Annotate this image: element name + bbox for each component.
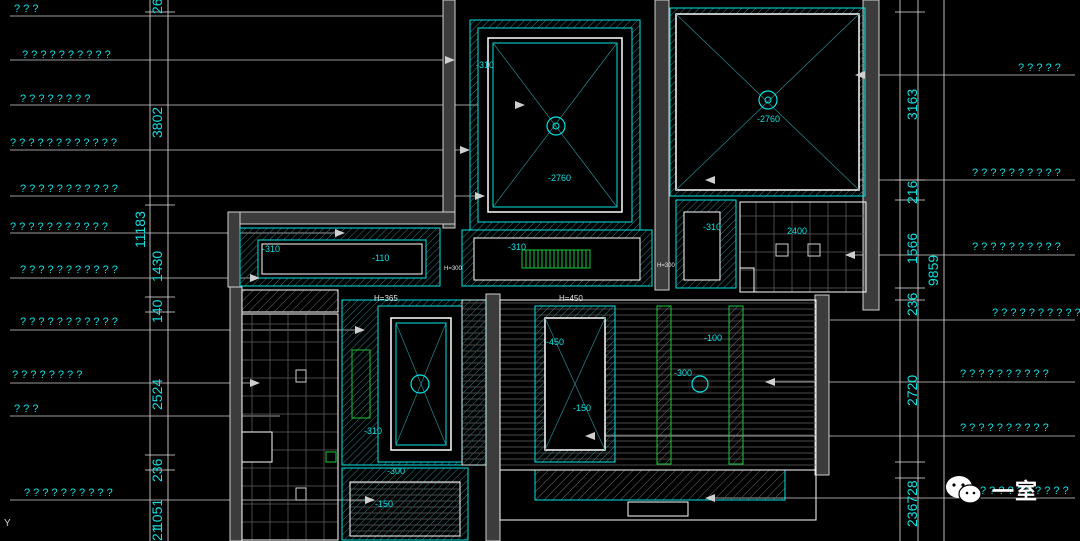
dimension-label: 1566 bbox=[904, 233, 920, 264]
room-ceiling-a bbox=[469, 19, 641, 231]
wechat-icon bbox=[946, 476, 982, 504]
level-label: -2760 bbox=[548, 173, 571, 183]
dimension-label: 21 bbox=[149, 525, 165, 541]
watermark-text: 一室 bbox=[992, 480, 1039, 505]
level-label: -300 bbox=[387, 466, 405, 476]
level-label: -450 bbox=[546, 337, 564, 347]
callout-label: ? ? ? ? ? bbox=[1018, 62, 1061, 74]
level-label: -310 bbox=[703, 222, 721, 232]
dimension-label: 3163 bbox=[904, 89, 920, 120]
room-ceiling-b bbox=[669, 7, 866, 197]
callout-label: ? ? ? bbox=[14, 403, 38, 415]
room-ceiling-c bbox=[341, 299, 487, 466]
dimension-label: 2720 bbox=[904, 375, 920, 406]
right-dimension-texts: 3163 216 1566 9859 236 2720 236728 bbox=[904, 89, 941, 527]
callout-label: ? ? ? ? ? ? ? ? bbox=[20, 93, 90, 105]
height-label: H=450 bbox=[559, 294, 583, 303]
left-dimension-texts: 26 3802 11183 1430 140 2524 236 1051 21 bbox=[132, 0, 165, 541]
kitchen-tile-ceiling bbox=[739, 201, 867, 293]
room-ceiling-e bbox=[499, 299, 817, 521]
level-label: -150 bbox=[573, 403, 591, 413]
callout-label: ? ? ? ? ? ? ? ? ? ? bbox=[24, 487, 113, 499]
callout-label: ? ? ? ? ? ? ? ? ? ? bbox=[960, 368, 1049, 380]
callout-label: ? ? ? ? ? ? ? ? bbox=[12, 369, 82, 381]
dimension-label: 2524 bbox=[149, 379, 165, 410]
callout-label: ? ? ? ? ? ? ? ? ? ? ? bbox=[20, 316, 118, 328]
height-label: H=300 bbox=[444, 266, 463, 272]
level-label: -110 bbox=[372, 253, 389, 263]
level-label: -2760 bbox=[757, 114, 780, 124]
wechat-watermark: 一室 bbox=[944, 474, 1038, 506]
level-label: -150 bbox=[375, 499, 393, 509]
dimension-label: 236728 bbox=[904, 480, 920, 527]
callout-label: ? ? ? ? ? ? ? ? ? ? ? ? bbox=[10, 137, 117, 149]
callout-label: ? ? ? ? ? ? ? ? ? ? ? bbox=[20, 264, 118, 276]
dimension-label: 3802 bbox=[149, 107, 165, 138]
level-label: -310 bbox=[508, 242, 526, 252]
dimension-label: 236 bbox=[904, 292, 920, 316]
callout-label: ? ? ? ? ? ? ? ? ? ? bbox=[22, 49, 111, 61]
cad-ceiling-plan[interactable]: -310 -2760 -2760 -310 -110 -310 -310 240… bbox=[0, 0, 1080, 541]
height-label: H=365 bbox=[374, 294, 398, 303]
callout-label: ? ? ? ? ? ? ? ? ? ? ? bbox=[20, 183, 118, 195]
height-label: H=300 bbox=[657, 263, 676, 269]
dimension-label: 1051 bbox=[149, 499, 165, 530]
left-tile-ceiling bbox=[241, 289, 339, 541]
level-label: -310 bbox=[262, 244, 280, 254]
room-ceiling-d bbox=[341, 467, 469, 541]
callout-label: ? ? ? ? ? ? ? ? ? ? bbox=[992, 307, 1080, 319]
dimension-label: 11183 bbox=[132, 211, 148, 248]
dimension-label: 26 bbox=[149, 0, 165, 14]
right-callout-texts: ? ? ? ? ? ? ? ? ? ? ? ? ? ? ? ? ? ? ? ? … bbox=[960, 62, 1080, 497]
dimension-label: 140 bbox=[149, 299, 165, 323]
left-callout-texts: ? ? ? ? ? ? ? ? ? ? ? ? ? ? ? ? ? ? ? ? … bbox=[10, 3, 118, 499]
callout-label: ? ? ? ? ? ? ? ? ? ? bbox=[972, 167, 1061, 179]
dimension-label: 1430 bbox=[149, 251, 165, 282]
level-label: -100 bbox=[704, 333, 722, 343]
y-axis-label: Y bbox=[4, 518, 11, 529]
dimension-label: 236 bbox=[149, 458, 165, 482]
callout-label: ? ? ? bbox=[14, 3, 38, 15]
level-label: 2400 bbox=[787, 226, 807, 236]
level-label: -310 bbox=[364, 426, 382, 436]
level-label: -300 bbox=[674, 368, 692, 378]
callout-label: ? ? ? ? ? ? ? ? ? ? bbox=[972, 241, 1061, 253]
dimension-label: 216 bbox=[904, 180, 920, 204]
dimension-label: 9859 bbox=[925, 255, 941, 286]
callout-label: ? ? ? ? ? ? ? ? ? ? ? bbox=[10, 221, 108, 233]
callout-label: ? ? ? ? ? ? ? ? ? ? bbox=[960, 422, 1049, 434]
level-label: -310 bbox=[476, 60, 494, 70]
